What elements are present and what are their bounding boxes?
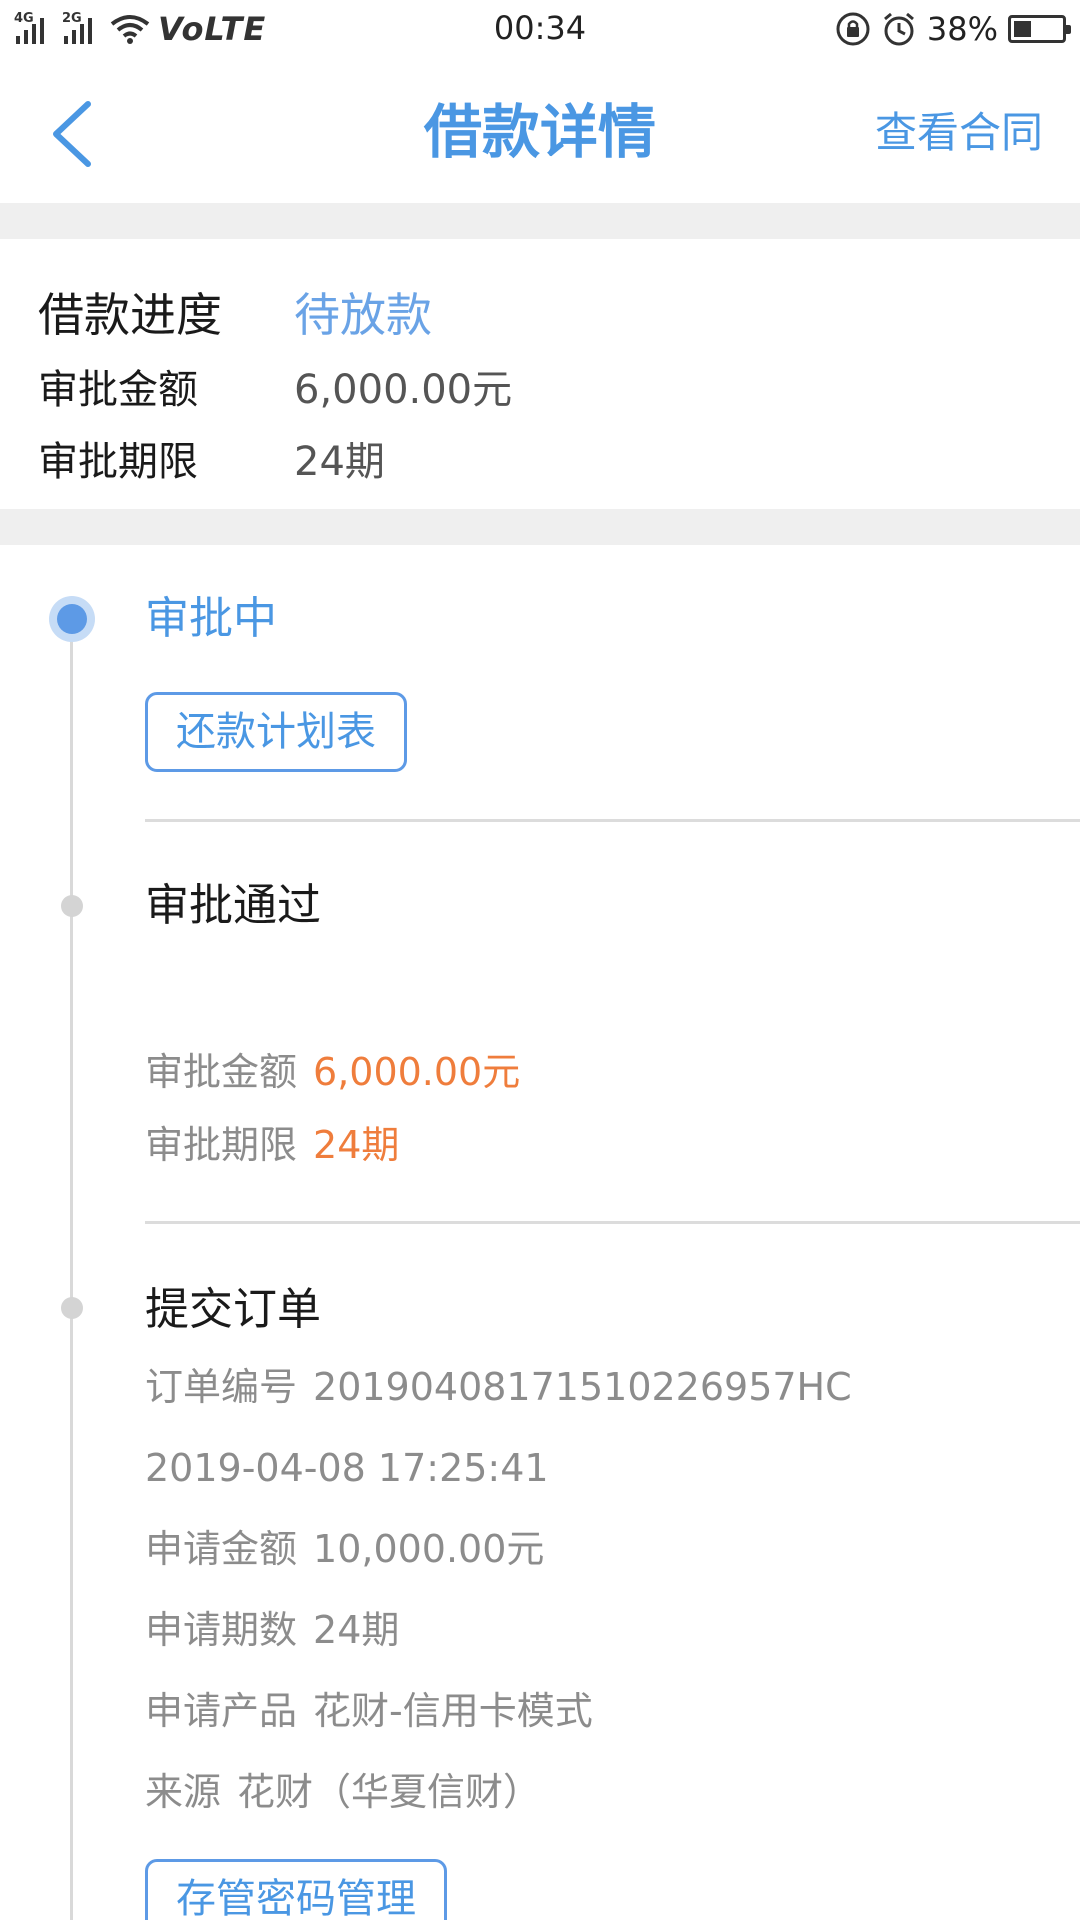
step-divider bbox=[145, 1221, 1080, 1224]
approved-amount-label: 审批金额 bbox=[145, 1050, 298, 1094]
section-separator bbox=[0, 509, 1080, 545]
order-datetime: 2019-04-08 17:25:41 bbox=[145, 1446, 549, 1490]
rotation-lock-icon bbox=[836, 12, 870, 46]
status-bar: 4G 2G VoLTE 00:34 38% bbox=[0, 0, 1080, 58]
product-row: 申请产品 花财-信用卡模式 bbox=[145, 1684, 593, 1738]
source-label: 来源 bbox=[145, 1770, 222, 1814]
timeline-line bbox=[70, 620, 73, 1920]
summary-amount-row: 审批金额 6,000.00元 bbox=[38, 357, 512, 415]
order-number-value: 20190408171510226957HC bbox=[313, 1365, 852, 1409]
progress-label: 借款进度 bbox=[38, 288, 222, 342]
summary-term-row: 审批期限 24期 bbox=[38, 429, 385, 487]
apply-amount-value: 10,000.00元 bbox=[313, 1527, 545, 1571]
view-contract-link[interactable]: 查看合同 bbox=[875, 104, 1043, 162]
approved-term-value: 24期 bbox=[313, 1123, 400, 1167]
source-value: 花财（华夏信财） bbox=[237, 1770, 542, 1814]
apply-amount-row: 申请金额 10,000.00元 bbox=[145, 1522, 544, 1576]
term-value: 24期 bbox=[294, 439, 385, 485]
progress-status: 待放款 bbox=[294, 288, 432, 342]
product-value: 花财-信用卡模式 bbox=[313, 1689, 593, 1733]
term-label: 审批期限 bbox=[38, 439, 198, 485]
step-reviewing-title: 审批中 bbox=[145, 593, 277, 644]
section-separator bbox=[0, 203, 1080, 239]
source-row: 来源 花财（华夏信财） bbox=[145, 1765, 541, 1819]
alarm-icon bbox=[883, 12, 914, 46]
timeline-dot bbox=[61, 895, 83, 917]
product-label: 申请产品 bbox=[145, 1689, 298, 1733]
step-submitted-title: 提交订单 bbox=[145, 1284, 321, 1335]
summary-progress-row: 借款进度 待放款 bbox=[38, 279, 432, 345]
chevron-left-icon[interactable] bbox=[40, 94, 110, 174]
loan-timeline: 审批中 还款计划表 审批通过 审批金额 6,000.00元 审批期限 24期 提交订… bbox=[0, 545, 1080, 1920]
approved-amount-value: 6,000.00元 bbox=[313, 1050, 521, 1094]
step-divider bbox=[145, 819, 1080, 822]
apply-term-label: 申请期数 bbox=[145, 1608, 298, 1652]
app-header: 借款详情 查看合同 bbox=[0, 58, 1080, 203]
apply-term-row: 申请期数 24期 bbox=[145, 1603, 399, 1657]
custody-password-button[interactable]: 存管密码管理 bbox=[145, 1859, 447, 1920]
amount-label: 审批金额 bbox=[38, 367, 198, 413]
approved-term-row: 审批期限 24期 bbox=[145, 1118, 399, 1172]
battery-fill bbox=[1014, 21, 1032, 37]
step-approved-title: 审批通过 bbox=[145, 880, 321, 931]
status-right: 38% bbox=[835, 8, 1071, 50]
order-number-row: 订单编号 20190408171510226957HC bbox=[145, 1360, 852, 1414]
approved-term-label: 审批期限 bbox=[145, 1123, 298, 1167]
apply-amount-label: 申请金额 bbox=[145, 1527, 298, 1571]
timeline-dot bbox=[61, 1297, 83, 1319]
loan-summary: 借款进度 待放款 审批金额 6,000.00元 审批期限 24期 bbox=[0, 239, 1080, 509]
timeline-dot-active bbox=[49, 596, 95, 642]
battery-percent: 38% bbox=[926, 10, 998, 48]
amount-value: 6,000.00元 bbox=[294, 367, 513, 413]
order-number-label: 订单编号 bbox=[145, 1365, 298, 1409]
approved-amount-row: 审批金额 6,000.00元 bbox=[145, 1045, 520, 1099]
battery-icon bbox=[1008, 15, 1071, 43]
repayment-plan-button[interactable]: 还款计划表 bbox=[145, 692, 407, 772]
apply-term-value: 24期 bbox=[313, 1608, 400, 1652]
